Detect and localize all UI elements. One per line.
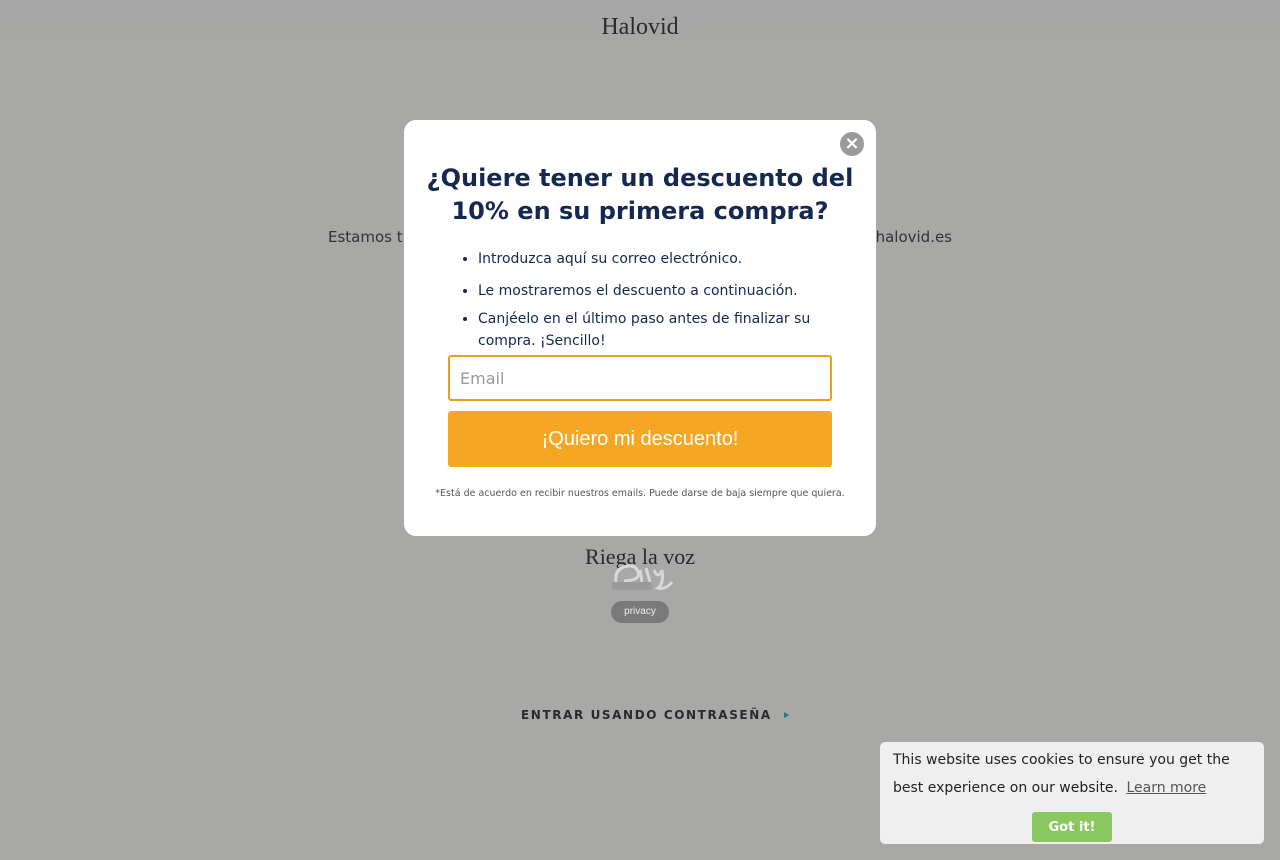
learn-more-link[interactable]: Learn more <box>1126 780 1206 796</box>
password-link-label: ENTRAR USANDO CONTRASEÑA <box>521 708 772 722</box>
close-icon[interactable]: × <box>840 132 864 156</box>
popup-title: ¿Quiere tener un descuento del 10% en su… <box>426 164 854 225</box>
page-message-left: Estamos tr <box>328 228 409 246</box>
get-discount-button[interactable]: ¡Quiero mi descuento! <box>448 411 832 467</box>
site-title[interactable]: Halovid <box>0 14 1280 41</box>
privy-logo-icon[interactable] <box>610 560 674 592</box>
cookie-banner: This website uses cookies to ensure you … <box>880 742 1264 844</box>
list-item: Canjéelo en el último paso antes de fina… <box>478 308 838 352</box>
password-login-link[interactable]: ENTRAR USANDO CONTRASEÑA <box>521 708 789 722</box>
email-consent-disclaimer: *Está de acuerdo en recibir nuestros ema… <box>435 488 845 499</box>
popup-steps: Introduzca aquí su correo electrónico. L… <box>478 248 838 362</box>
cookie-message: This website uses cookies to ensure you … <box>893 746 1251 802</box>
privacy-button[interactable]: privacy <box>611 601 669 623</box>
accept-cookies-button[interactable]: Got it! <box>1032 812 1112 842</box>
arrow-right-icon <box>783 712 789 718</box>
discount-popup: × ¿Quiere tener un descuento del 10% en … <box>404 120 876 536</box>
email-field[interactable] <box>448 355 832 401</box>
list-item: Le mostraremos el descuento a continuaci… <box>478 280 838 302</box>
site-header: Halovid <box>0 0 1280 62</box>
list-item: Introduzca aquí su correo electrónico. <box>478 248 838 270</box>
